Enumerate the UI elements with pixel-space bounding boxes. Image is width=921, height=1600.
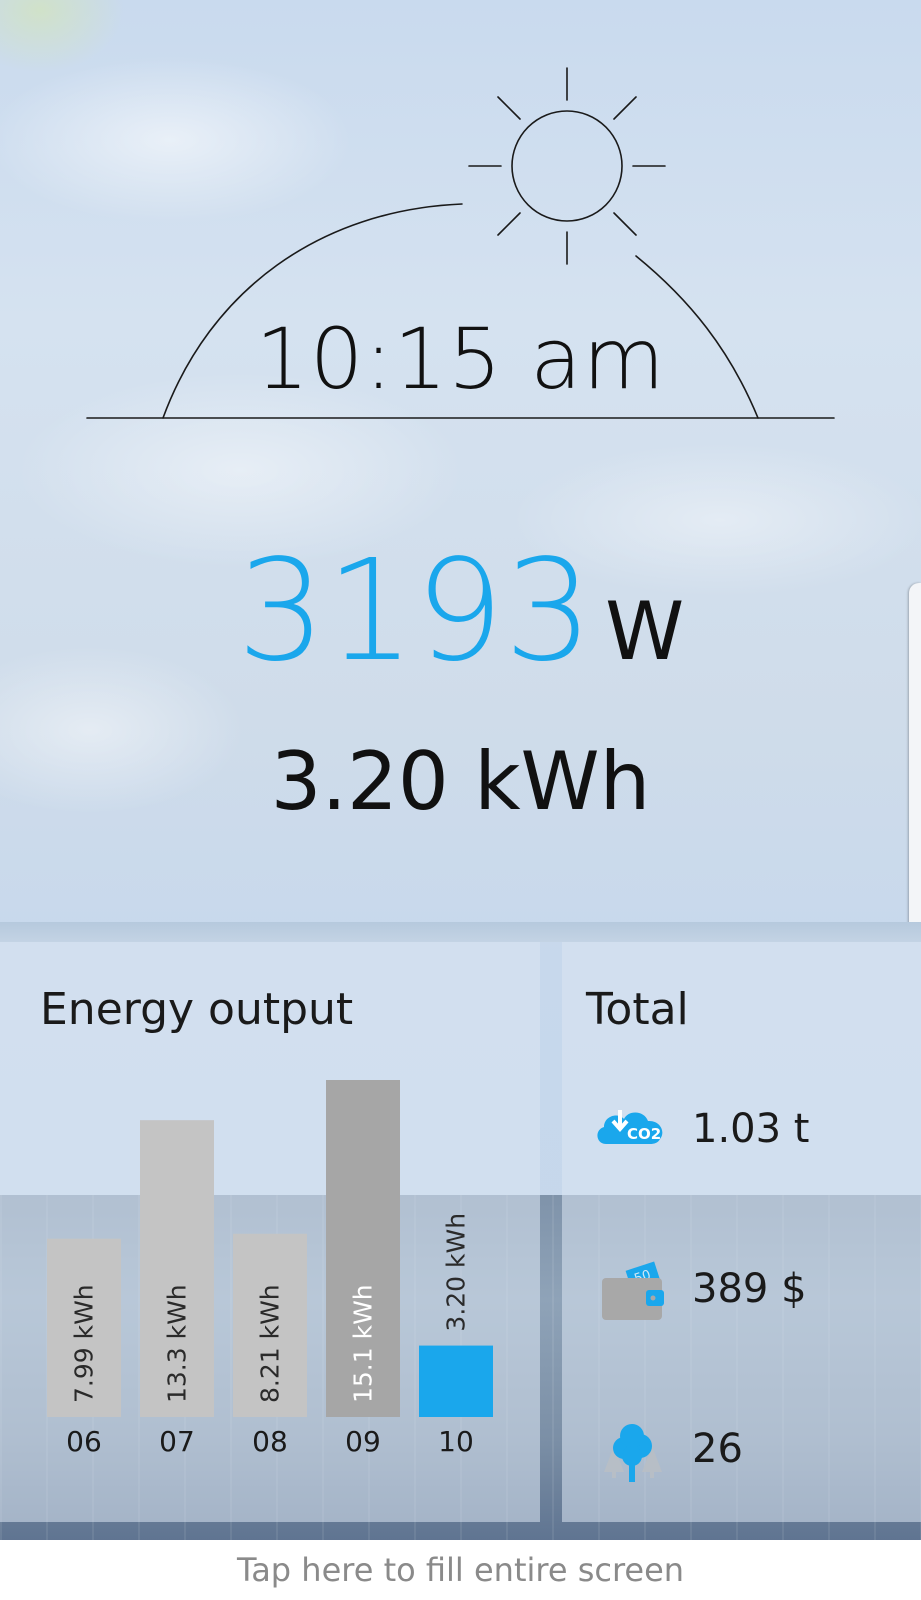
current-power: 3193 W bbox=[0, 530, 921, 693]
current-time: 10:15 am bbox=[255, 310, 666, 408]
money-saved-value: 389 $ bbox=[692, 1266, 807, 1312]
x-tick-label-10: 10 bbox=[438, 1425, 474, 1458]
money-saved-row: 50 389 $ bbox=[592, 1252, 912, 1332]
x-tick-label-09: 09 bbox=[345, 1425, 381, 1458]
wallet-icon: 50 bbox=[602, 1261, 664, 1320]
energy-output-chart: 7.99 kWh 06 13.3 kWh 07 8.21 kWh 08 15.1 kWh 09… bbox=[47, 1080, 493, 1458]
bar-value-label-08: 8.21 kWh bbox=[256, 1284, 285, 1403]
co2-saved-value: 1.03 t bbox=[692, 1106, 810, 1152]
total-panel[interactable]: Total CO2 1.03 t 50 389 $ 26 bbox=[562, 942, 921, 1522]
bar-value-label-09: 15.1 kWh bbox=[349, 1284, 378, 1403]
edge-panel-handle[interactable] bbox=[909, 583, 921, 933]
bar-10 bbox=[419, 1345, 493, 1417]
power-value: 3193 bbox=[236, 530, 594, 693]
co2-saved-row: CO2 1.03 t bbox=[592, 1092, 912, 1172]
energy-today: 3.20 kWh bbox=[270, 735, 651, 828]
bar-value-label-06: 7.99 kWh bbox=[70, 1284, 99, 1403]
trees-saved-value: 26 bbox=[692, 1426, 743, 1472]
tree-icon bbox=[604, 1424, 662, 1482]
co2-icon-label: CO2 bbox=[627, 1125, 661, 1143]
section-divider bbox=[0, 922, 921, 942]
x-tick-label-07: 07 bbox=[159, 1425, 195, 1458]
fill-screen-label: Tap here to fill entire screen bbox=[236, 1551, 685, 1589]
fill-screen-button[interactable]: Tap here to fill entire screen bbox=[0, 1540, 921, 1600]
sun-icon bbox=[468, 67, 666, 265]
total-title: Total bbox=[586, 984, 689, 1035]
bar-value-label-07: 13.3 kWh bbox=[163, 1284, 192, 1403]
power-unit: W bbox=[605, 585, 685, 678]
bar-value-label-10: 3.20 kWh bbox=[442, 1213, 471, 1332]
co2-cloud-icon: CO2 bbox=[597, 1110, 663, 1144]
x-tick-label-08: 08 bbox=[252, 1425, 288, 1458]
trees-saved-row: 26 bbox=[592, 1412, 912, 1492]
energy-output-panel[interactable]: Energy output 7.99 kWh 06 13.3 kWh 07 8.21 k… bbox=[0, 942, 540, 1522]
x-tick-label-06: 06 bbox=[66, 1425, 102, 1458]
